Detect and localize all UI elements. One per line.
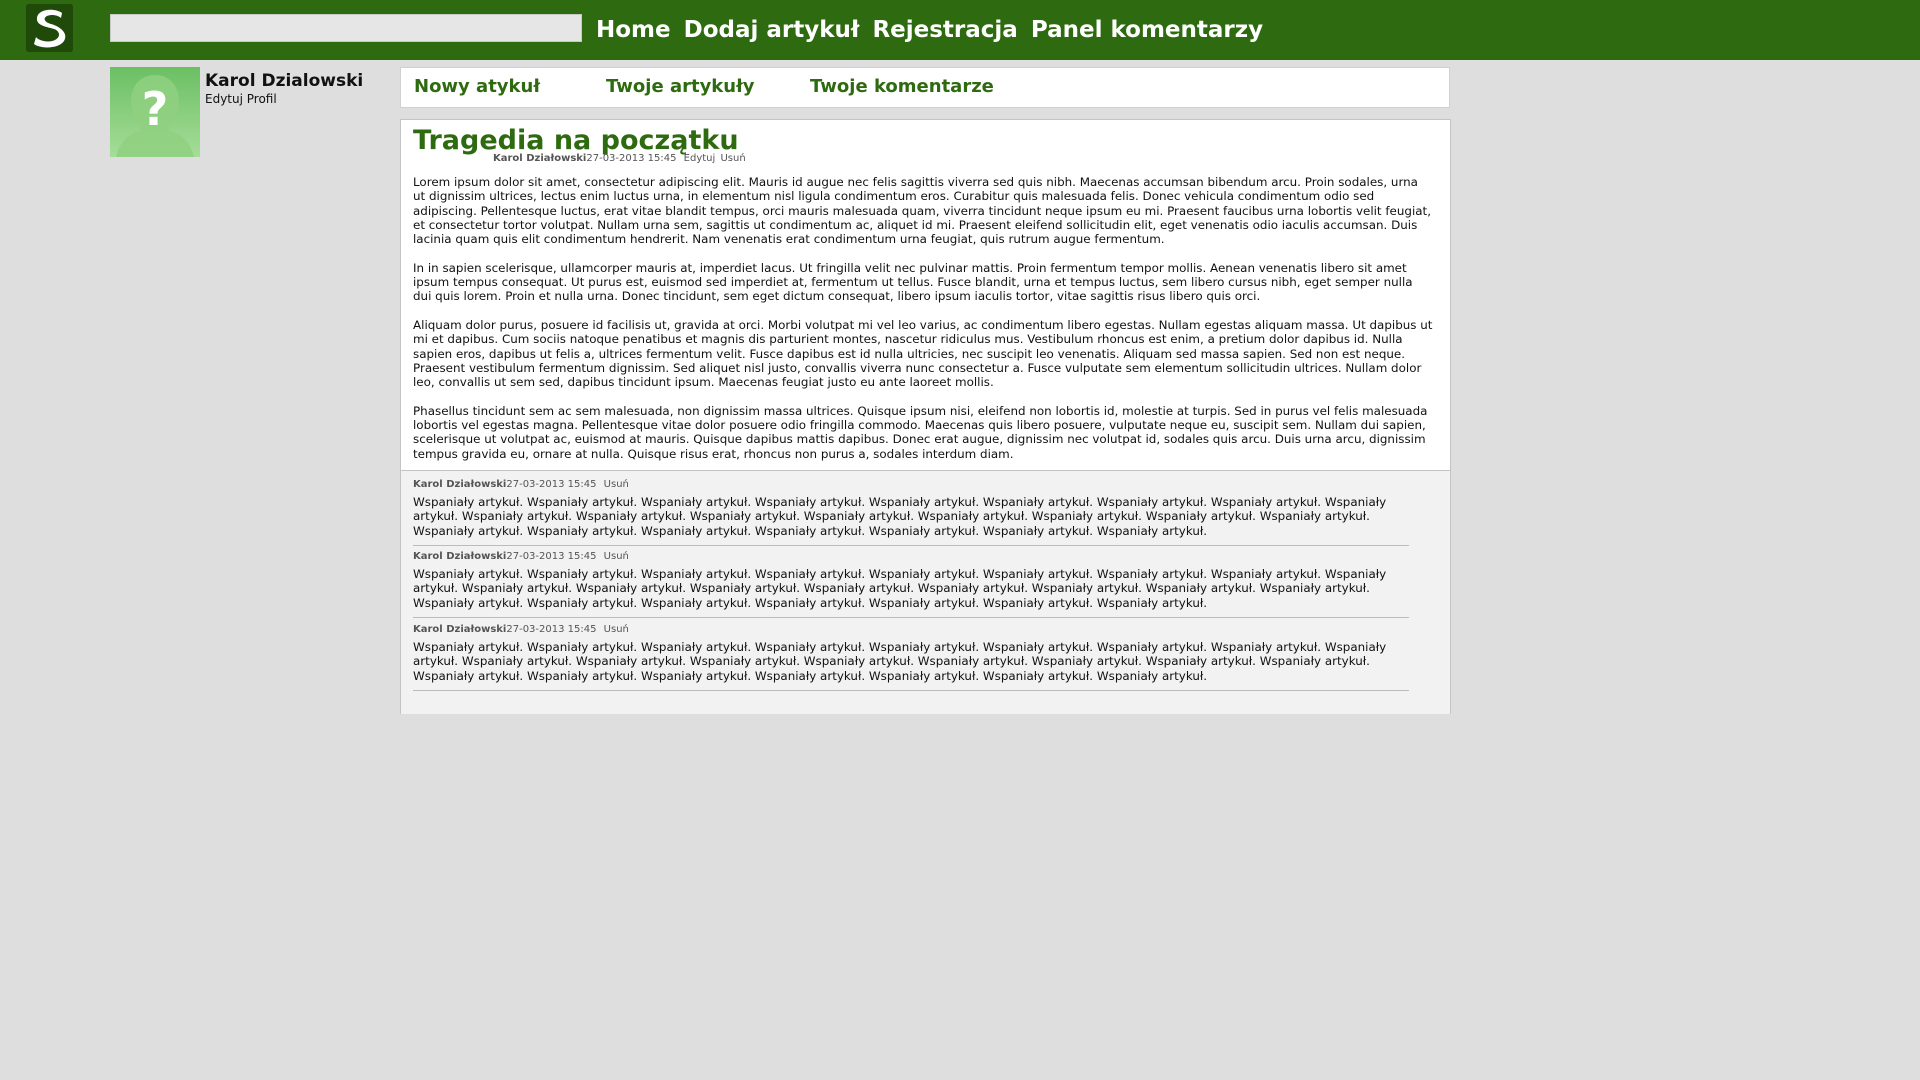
comment-author: Karol Działowski bbox=[413, 551, 507, 562]
article-meta: Karol Działowski27-03-2013 15:45 Edytuj … bbox=[493, 153, 746, 164]
comment-item: Karol Działowski27-03-2013 15:45 Usuń Ws… bbox=[413, 478, 1409, 546]
comment-meta: Karol Działowski27-03-2013 15:45 Usuń bbox=[413, 550, 1409, 567]
comment-text: Wspaniały artykuł. Wspaniały artykuł. Ws… bbox=[413, 567, 1387, 610]
comment-date: 27-03-2013 15:45 bbox=[506, 479, 597, 490]
delete-comment-link[interactable]: Usuń bbox=[604, 479, 629, 490]
article-author: Karol Działowski bbox=[493, 153, 587, 164]
main-nav: Home Dodaj artykuł Rejestracja Panel kom… bbox=[596, 15, 1263, 45]
comment-author: Karol Działowski bbox=[413, 624, 507, 635]
tab-new-article[interactable]: Nowy atykuł bbox=[414, 76, 540, 97]
comment-date: 27-03-2013 15:45 bbox=[506, 624, 597, 635]
edit-article-link[interactable]: Edytuj bbox=[684, 153, 716, 164]
delete-comment-link[interactable]: Usuń bbox=[604, 551, 629, 562]
article-title: Tragedia na początku bbox=[413, 125, 739, 156]
article-paragraph: Aliquam dolor purus, posuere id facilisi… bbox=[413, 317, 1433, 390]
nav-comments-panel-link[interactable]: Panel komentarzy bbox=[1031, 15, 1263, 45]
comment-meta: Karol Działowski27-03-2013 15:45 Usuń bbox=[413, 623, 1409, 640]
svg-text:?: ? bbox=[142, 82, 169, 136]
article-body: Lorem ipsum dolor sit amet, consectetur … bbox=[413, 175, 1433, 475]
nav-register-link[interactable]: Rejestracja bbox=[872, 15, 1017, 45]
nav-add-article-link[interactable]: Dodaj artykuł bbox=[684, 15, 860, 45]
comments-section: Karol Działowski27-03-2013 15:45 Usuń Ws… bbox=[401, 470, 1450, 714]
article-panel: Tragedia na początku Karol Działowski27-… bbox=[400, 119, 1451, 714]
edit-profile-link[interactable]: Edytuj Profil bbox=[205, 92, 277, 106]
profile-name: Karol Dzialowski bbox=[205, 71, 364, 91]
comment-item: Karol Działowski27-03-2013 15:45 Usuń Ws… bbox=[413, 550, 1409, 618]
comment-date: 27-03-2013 15:45 bbox=[506, 551, 597, 562]
article-paragraph: In in sapien scelerisque, ullamcorper ma… bbox=[413, 260, 1413, 304]
tab-your-articles[interactable]: Twoje artykuły bbox=[606, 76, 755, 97]
user-tabs: Nowy atykuł Twoje artykuły Twoje komenta… bbox=[400, 67, 1450, 108]
comment-author: Karol Działowski bbox=[413, 479, 507, 490]
comment-text: Wspaniały artykuł. Wspaniały artykuł. Ws… bbox=[413, 640, 1387, 683]
comment-text: Wspaniały artykuł. Wspaniały artykuł. Ws… bbox=[413, 495, 1387, 538]
comment-item: Karol Działowski27-03-2013 15:45 Usuń Ws… bbox=[413, 623, 1409, 691]
top-bar: Home Dodaj artykuł Rejestracja Panel kom… bbox=[0, 0, 1920, 60]
avatar: ? bbox=[110, 67, 200, 157]
article-paragraph: Lorem ipsum dolor sit amet, consectetur … bbox=[413, 175, 1431, 247]
unknown-user-icon: ? bbox=[116, 75, 194, 157]
nav-home-link[interactable]: Home bbox=[596, 15, 671, 45]
delete-article-link[interactable]: Usuń bbox=[720, 153, 745, 164]
article-date: 27-03-2013 15:45 bbox=[586, 153, 677, 164]
search-input[interactable] bbox=[110, 14, 582, 42]
tab-your-comments[interactable]: Twoje komentarze bbox=[810, 76, 994, 97]
delete-comment-link[interactable]: Usuń bbox=[604, 624, 629, 635]
comment-meta: Karol Działowski27-03-2013 15:45 Usuń bbox=[413, 478, 1409, 495]
article-paragraph: Phasellus tincidunt sem ac sem malesuada… bbox=[413, 403, 1428, 461]
site-logo-icon[interactable] bbox=[26, 4, 73, 52]
